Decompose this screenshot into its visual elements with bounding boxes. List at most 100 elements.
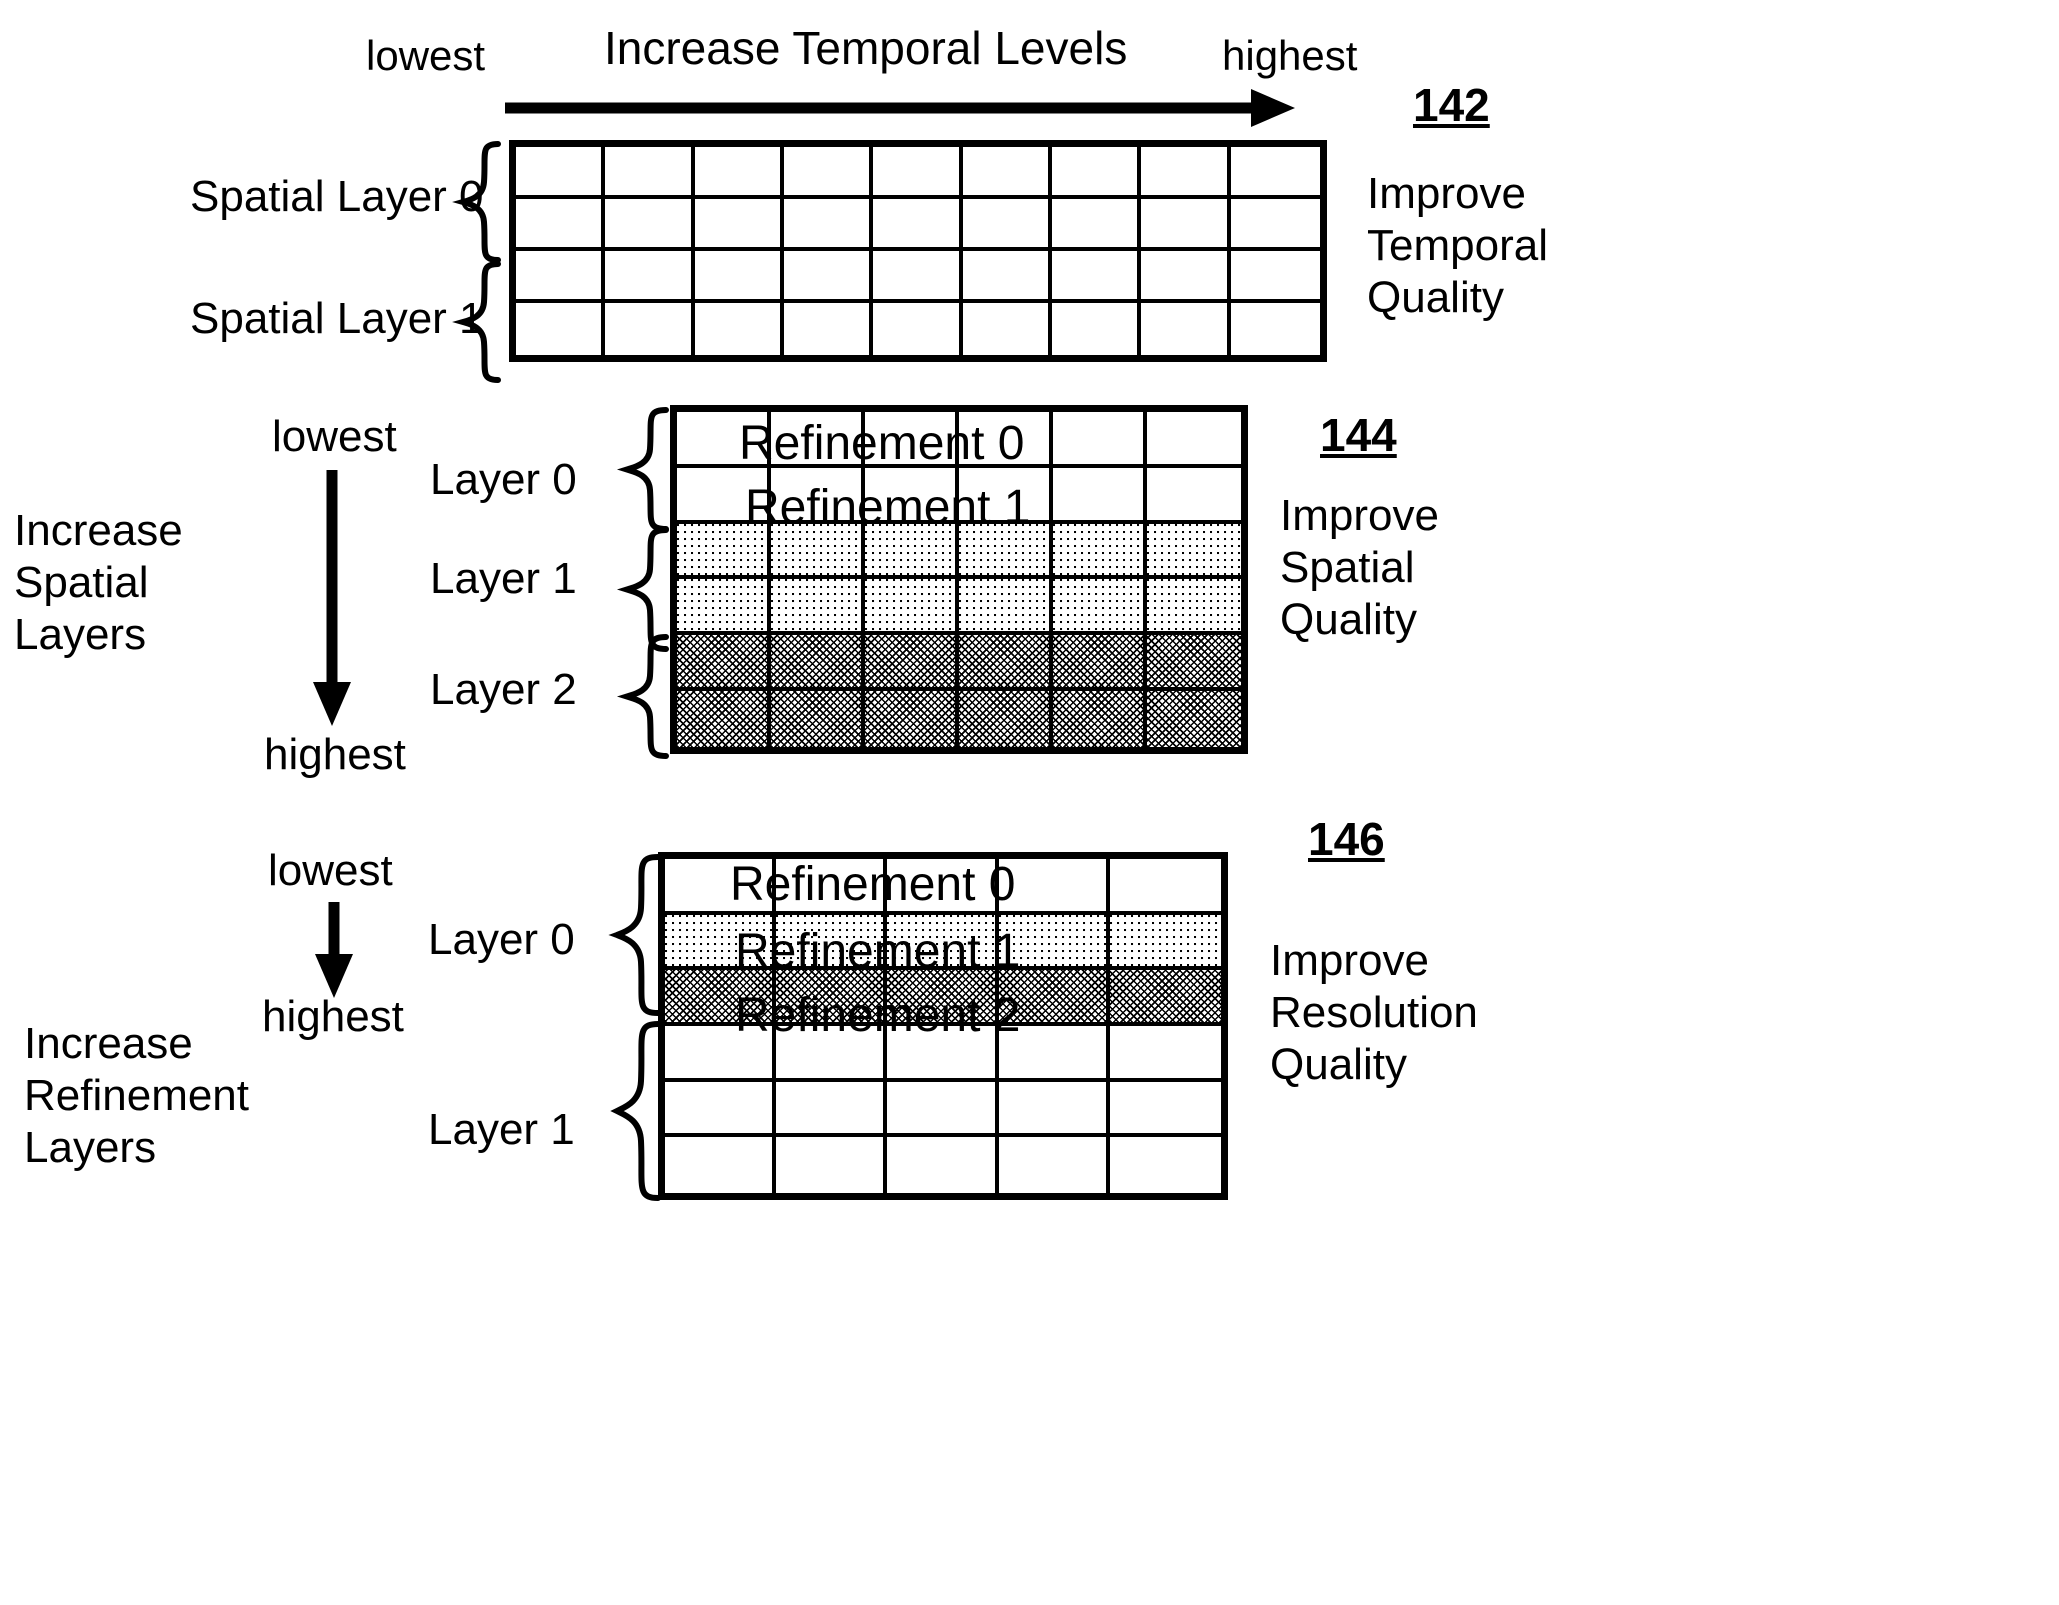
grid-cell: [1141, 147, 1231, 199]
grid-cell: [784, 303, 874, 355]
grid-cell: [962, 147, 1052, 199]
resolution-right-label-line-1: Resolution: [1270, 987, 1478, 1037]
grid-cell: [771, 635, 865, 692]
resolution-brace-label-1: Layer 1: [428, 1105, 575, 1154]
resolution-brace-label-0: Layer 0: [428, 915, 575, 964]
grid-row: [516, 199, 1320, 251]
grid-row: [665, 970, 1221, 1026]
grid-row: [677, 691, 1241, 747]
grid-cell: [516, 147, 606, 199]
resolution-right-label-line-2: Quality: [1270, 1039, 1407, 1089]
temporal-brace-label-1: Spatial Layer 1: [190, 294, 484, 343]
grid-cell: [1147, 635, 1241, 692]
grid-cell: [963, 303, 1052, 355]
brace-icon: [610, 1021, 661, 1201]
grid-cell: [1109, 1026, 1221, 1082]
temporal-right-label-line-0: Improve: [1367, 169, 1526, 218]
temporal-brace-label-0: Spatial Layer 0: [190, 172, 484, 221]
grid-cell: [1109, 859, 1221, 915]
resolution-axis-title-line-2: Layers: [24, 1122, 157, 1172]
grid-cell: [959, 691, 1053, 747]
grid-cell: [865, 523, 959, 580]
grid-cell: [998, 914, 1110, 971]
grid-cell: [605, 147, 695, 199]
grid-cell: [962, 199, 1052, 251]
grid-cell: [959, 523, 1053, 580]
grid-cell: [959, 467, 1053, 524]
grid-cell: [873, 251, 963, 303]
grid-cell: [1147, 579, 1241, 636]
grid-cell: [783, 199, 874, 251]
figure-number-146: 146: [1308, 813, 1385, 865]
grid-cell: [887, 859, 999, 915]
grid-cell: [1230, 199, 1320, 251]
brace-icon: [616, 407, 669, 532]
grid-cell: [865, 467, 959, 524]
temporal-right-label: Improve Temporal Quality: [1367, 168, 1548, 324]
brace-icon: [616, 527, 669, 652]
grid-cell: [999, 1137, 1110, 1193]
grid-cell: [959, 412, 1053, 468]
grid-cell: [776, 859, 888, 915]
grid-cell: [776, 1081, 888, 1138]
grid-cell: [1230, 147, 1320, 199]
temporal-arrow-icon: [505, 89, 1295, 127]
grid-cell: [665, 1137, 777, 1193]
grid-cell: [1052, 303, 1142, 355]
grid-cell: [962, 251, 1052, 303]
figure-number-144: 144: [1320, 409, 1397, 461]
grid-cell: [605, 199, 695, 251]
grid-cell: [873, 147, 963, 199]
grid-cell: [1141, 199, 1231, 251]
figure-number-142: 142: [1413, 79, 1490, 131]
grid-cell: [887, 1025, 999, 1082]
grid-cell: [677, 691, 771, 747]
grid-cell: [1051, 147, 1142, 199]
grid-cell: [695, 303, 784, 355]
brace-icon: [452, 261, 501, 383]
grid-cell: [665, 1025, 777, 1082]
grid-cell: [998, 1081, 1110, 1138]
grid-cell: [1147, 523, 1241, 580]
grid-cell: [1231, 303, 1320, 355]
grid-cell: [665, 1081, 777, 1138]
grid-cell: [887, 914, 999, 971]
grid-cell: [516, 303, 606, 355]
grid-cell: [887, 1137, 999, 1193]
grid-cell: [605, 303, 695, 355]
grid-cell: [887, 970, 999, 1026]
spatial-right-label: Improve Spatial Quality: [1280, 490, 1439, 646]
grid-cell: [776, 1025, 888, 1082]
grid-cell: [1147, 691, 1241, 747]
spatial-brace-label-2: Layer 2: [430, 665, 577, 714]
grid-cell: [873, 199, 963, 251]
spatial-right-label-line-1: Spatial: [1280, 542, 1415, 592]
resolution-axis-low-label: lowest: [268, 846, 393, 895]
grid-cell: [865, 635, 959, 692]
grid-cell: [1230, 251, 1320, 303]
grid-row: [665, 859, 1221, 915]
grid-cell: [1051, 251, 1142, 303]
grid-cell: [665, 970, 777, 1026]
grid-cell: [665, 914, 777, 971]
grid-row: [677, 579, 1241, 636]
temporal-axis-high-label: highest: [1222, 32, 1358, 79]
spatial-axis-title-line-0: Increase: [14, 506, 183, 555]
spatial-axis-title: Increase Spatial Layers: [14, 505, 183, 661]
spatial-right-label-line-0: Improve: [1280, 491, 1439, 540]
grid-cell: [677, 467, 771, 524]
grid-row: [516, 251, 1320, 303]
grid-cell: [998, 859, 1110, 915]
spatial-axis-high-label: highest: [264, 730, 406, 779]
resolution-right-label: Improve Resolution Quality: [1270, 935, 1478, 1091]
grid-cell: [1110, 1137, 1221, 1193]
grid-cell: [1053, 579, 1147, 636]
grid-cell: [694, 199, 784, 251]
grid-cell: [783, 147, 874, 199]
grid-row: [677, 412, 1241, 468]
temporal-grid: [509, 140, 1327, 362]
grid-cell: [1051, 199, 1142, 251]
resolution-axis-high-label: highest: [262, 992, 404, 1041]
grid-cell: [1053, 467, 1147, 524]
resolution-right-label-line-0: Improve: [1270, 936, 1429, 985]
